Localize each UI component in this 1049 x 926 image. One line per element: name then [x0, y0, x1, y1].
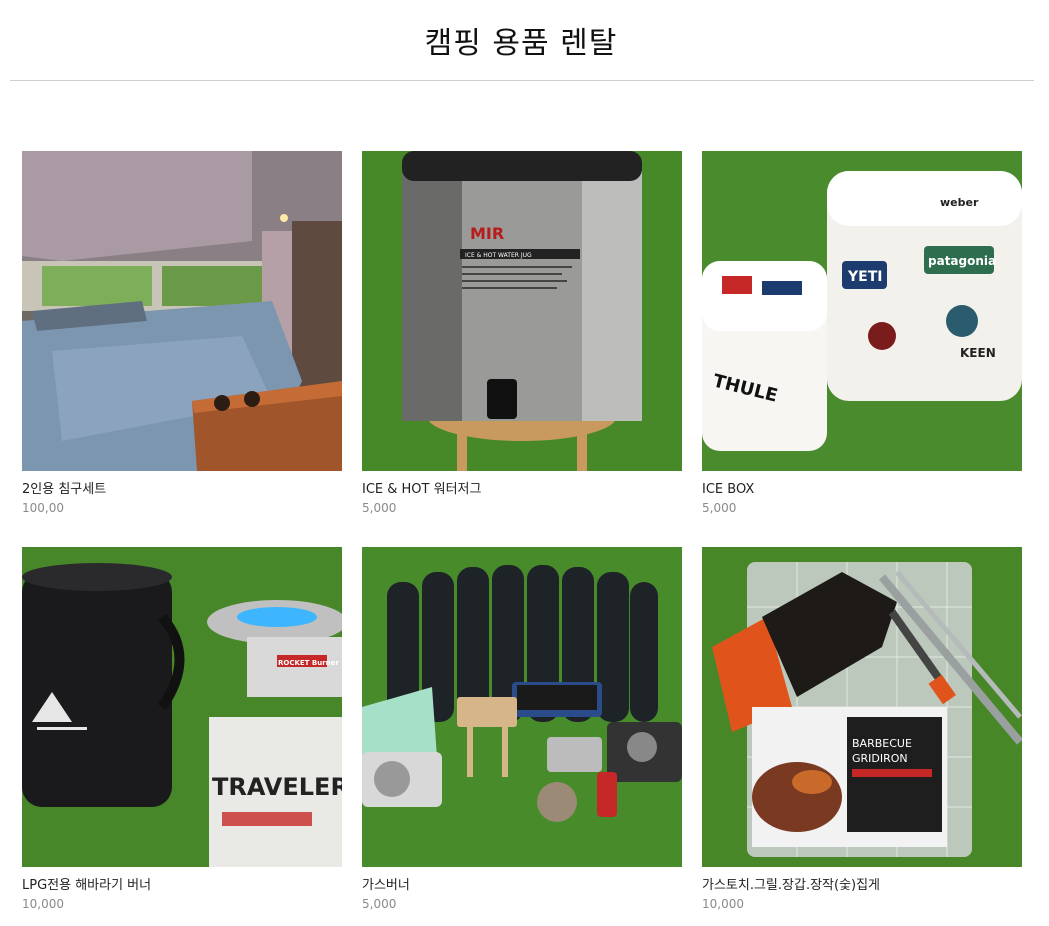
- product-card[interactable]: ROCKET Burner TRAVELER LPG전용 해바라기 버너 10,…: [22, 547, 342, 912]
- product-price: 10,000: [702, 897, 744, 911]
- gridiron-text-line1: BARBECUE: [852, 737, 912, 750]
- product-name[interactable]: LPG전용 해바라기 버너: [22, 878, 342, 894]
- product-grid: 2인용 침구세트 100,00 MIR ICE & HOT WATER JUG: [22, 151, 1022, 912]
- product-image-camper-bedding[interactable]: [22, 151, 342, 471]
- gridiron-text-line2: GRIDIRON: [852, 752, 908, 765]
- product-card[interactable]: 가스버너 5,000: [362, 547, 682, 912]
- header-divider: [10, 80, 1034, 81]
- product-name[interactable]: ICE & HOT 워터저그: [362, 482, 682, 498]
- product-image-lpg-burner[interactable]: ROCKET Burner TRAVELER: [22, 547, 342, 867]
- jug-label-text: ICE & HOT WATER JUG: [465, 252, 532, 259]
- tank-text: TRAVELER: [212, 773, 342, 801]
- cooler-sticker-patagonia: patagonia: [928, 254, 996, 268]
- product-image-gas-burner[interactable]: [362, 547, 682, 867]
- product-price: 5,000: [362, 897, 397, 911]
- product-image-water-jug[interactable]: MIR ICE & HOT WATER JUG: [362, 151, 682, 471]
- product-card[interactable]: MIR ICE & HOT WATER JUG ICE & HOT 워터저그 5…: [362, 151, 682, 516]
- product-price: 100,00: [22, 501, 64, 515]
- product-image-ice-box[interactable]: patagonia YETI weber KEEN THULE: [702, 151, 1022, 471]
- product-card[interactable]: BARBECUE GRIDIRON 가스토치.그릴.장갑.장작(숯)집게 10,…: [702, 547, 1022, 912]
- product-price: 5,000: [702, 501, 737, 515]
- cooler-sticker-yeti: YETI: [847, 269, 882, 285]
- product-price: 5,000: [362, 501, 397, 515]
- product-name[interactable]: 가스버너: [362, 878, 682, 894]
- jug-brand-text: MIR: [470, 224, 504, 243]
- product-image-bbq-tools[interactable]: BARBECUE GRIDIRON: [702, 547, 1022, 867]
- product-name[interactable]: 2인용 침구세트: [22, 482, 342, 498]
- burner-brand-text: ROCKET Burner: [278, 659, 339, 667]
- product-price: 10,000: [22, 897, 64, 911]
- product-name[interactable]: 가스토치.그릴.장갑.장작(숯)집게: [702, 878, 1022, 894]
- product-name[interactable]: ICE BOX: [702, 482, 1022, 498]
- cooler-sticker-weber: weber: [940, 196, 979, 209]
- cooler-sticker-keen: KEEN: [960, 346, 996, 360]
- product-card[interactable]: 2인용 침구세트 100,00: [22, 151, 342, 516]
- product-card[interactable]: patagonia YETI weber KEEN THULE ICE BOX …: [702, 151, 1022, 516]
- page-title: 캠핑 용품 렌탈: [424, 26, 618, 61]
